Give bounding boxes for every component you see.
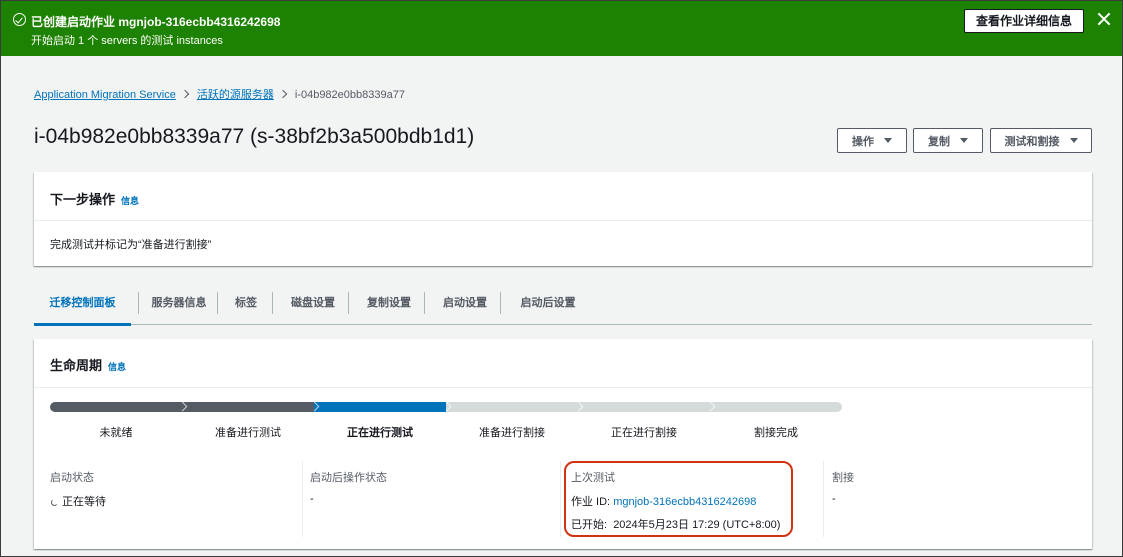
lifecycle-step-label: 正在进行割接: [611, 427, 677, 439]
next-steps-card: 下一步操作 信息 完成测试并标记为“准备进行割接”: [34, 172, 1092, 266]
lifecycle-header: 生命周期 信息: [50, 355, 126, 375]
actions-button-label: 操作: [852, 135, 874, 148]
column-divider: [823, 461, 824, 537]
tab-launch-settings[interactable]: 启动设置: [433, 289, 497, 325]
breadcrumb-current: i-04b982e0bb8339a77: [294, 89, 405, 101]
tab-divider: [348, 292, 349, 314]
page-title: i-04b982e0bb8339a77 (s-38bf2b3a500bdb1d1…: [34, 125, 475, 148]
next-steps-header: 下一步操作 信息: [50, 189, 139, 209]
tab-divider: [217, 292, 218, 314]
lifecycle-step-label: 未就绪: [99, 427, 133, 439]
replication-dropdown-button[interactable]: 复制: [913, 128, 983, 153]
view-job-details-button[interactable]: 查看作业详细信息: [964, 9, 1084, 33]
tab-migration-dashboard[interactable]: 迁移控制面板: [34, 289, 131, 326]
column-divider: [302, 461, 303, 537]
breadcrumb: Application Migration Service 活跃的源服务器 i-04…: [34, 86, 405, 102]
tab-divider: [424, 292, 425, 314]
tab-bar: 迁移控制面板 服务器信息 标签 磁盘设置 复制设置 启动设置 启动后设置: [34, 289, 1092, 326]
tab-divider: [272, 292, 273, 314]
lifecycle-step-segment: [50, 402, 182, 412]
test-cutover-button-label: 测试和割接: [1004, 135, 1060, 148]
lifecycle-step-segment: [177, 401, 314, 412]
lifecycle-card: 生命周期 信息 未就绪 准备进行测试 正在进行测试 准备进行割接 正在进行割接 割接完成 启…: [34, 339, 1092, 549]
cutover-value: -: [832, 493, 836, 505]
launch-status-text: 正在等待: [62, 496, 106, 508]
divider: [34, 387, 1092, 388]
cutover-label: 割接: [832, 472, 854, 484]
tab-server-info[interactable]: 服务器信息: [142, 289, 216, 325]
caret-down-icon: [884, 138, 892, 143]
flash-title: 已创建启动作业 mgnjob-316ecbb4316242698: [31, 15, 281, 29]
post-launch-value: -: [310, 493, 314, 505]
lifecycle-step-label: 正在进行测试: [347, 427, 413, 439]
replication-button-label: 复制: [928, 135, 950, 148]
caret-down-icon: [1069, 138, 1078, 143]
post-launch-column: 启动后操作状态 -: [310, 469, 387, 505]
tab-disk-settings[interactable]: 磁盘设置: [281, 289, 345, 325]
launch-status-column: 启动状态 正在等待: [50, 469, 106, 509]
test-cutover-dropdown-button[interactable]: 测试和割接: [990, 128, 1092, 153]
chevron-right-icon: [180, 89, 190, 99]
lifecycle-step-segment: [705, 401, 842, 412]
breadcrumb-link-source-servers[interactable]: 活跃的源服务器: [197, 89, 274, 101]
lifecycle-step-segment: [441, 401, 578, 412]
flash-subtitle: 开始启动 1 个 servers 的测试 instances: [31, 35, 223, 47]
lifecycle-step-label: 割接完成: [754, 427, 798, 439]
highlight-annotation: [564, 461, 793, 537]
tab-post-launch-settings[interactable]: 启动后设置: [509, 289, 587, 325]
launch-status-value: 正在等待: [50, 493, 106, 509]
cutover-column: 割接 -: [832, 469, 854, 505]
actions-dropdown-button[interactable]: 操作: [837, 128, 907, 153]
caret-down-icon: [960, 138, 968, 143]
divider: [34, 220, 1092, 221]
close-icon[interactable]: [1097, 12, 1111, 26]
tab-divider: [500, 292, 501, 314]
lifecycle-step-label: 准备进行割接: [479, 427, 545, 439]
launch-status-label: 启动状态: [50, 472, 94, 484]
chevron-right-icon: [278, 89, 288, 99]
lifecycle-step-segment: [573, 401, 710, 412]
lifecycle-step-segment: [309, 401, 446, 412]
next-steps-title: 下一步操作: [50, 192, 116, 207]
post-launch-label: 启动后操作状态: [310, 472, 387, 484]
next-steps-text: 完成测试并标记为“准备进行割接”: [50, 239, 212, 251]
column-divider: [560, 461, 561, 537]
tab-replication-settings[interactable]: 复制设置: [357, 289, 421, 325]
tab-divider: [138, 292, 139, 314]
lifecycle-info-link[interactable]: 信息: [108, 362, 126, 372]
spinner-icon: [51, 498, 58, 506]
lifecycle-step-label: 准备进行测试: [215, 427, 281, 439]
tab-tags[interactable]: 标签: [224, 289, 268, 325]
success-check-icon: [13, 13, 26, 26]
breadcrumb-link-mgn[interactable]: Application Migration Service: [34, 89, 176, 101]
next-steps-info-link[interactable]: 信息: [121, 196, 139, 206]
lifecycle-progress-bar: [50, 401, 842, 412]
success-flash-banner: 已创建启动作业 mgnjob-316ecbb4316242698 开始启动 1 …: [1, 1, 1122, 56]
lifecycle-title: 生命周期: [50, 358, 103, 373]
